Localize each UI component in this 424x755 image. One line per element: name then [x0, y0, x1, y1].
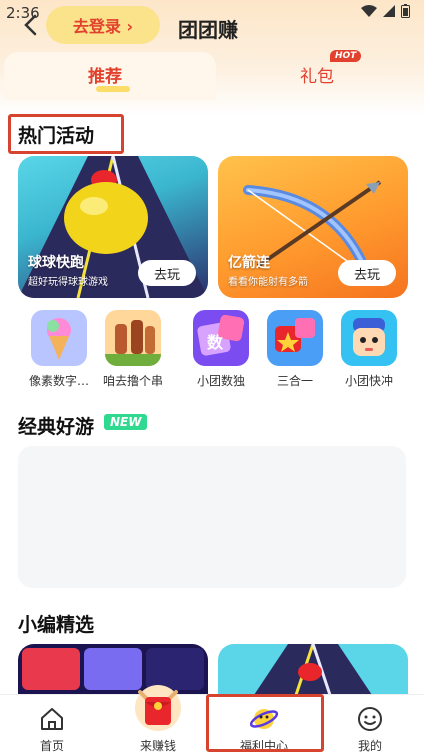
mini-game-skewer[interactable]: 咱去撸个串: [96, 310, 170, 389]
back-button[interactable]: [18, 11, 42, 39]
home-icon: [38, 705, 66, 733]
card-subtitle: 看看你能射有多箭: [228, 277, 308, 288]
game-card-arrow[interactable]: 亿箭连 看看你能射有多箭 去玩: [218, 156, 408, 298]
nav-welfare-highlight: [206, 694, 324, 752]
back-arrow-icon: [24, 14, 37, 36]
classic-section-title: 经典好游: [18, 416, 95, 438]
svg-text:数: 数: [207, 333, 224, 352]
play-button[interactable]: 去玩: [138, 260, 196, 286]
card-title: 亿箭连: [228, 255, 270, 271]
game-card-ball-run[interactable]: 球球快跑 超好玩得球球游戏 去玩: [18, 156, 208, 298]
page-title: 团团赚: [178, 18, 238, 42]
nav-home[interactable]: 首页: [10, 695, 94, 755]
picks-row: [0, 644, 424, 696]
app-header: 去登录 › 团团赚: [0, 0, 424, 52]
classic-games-panel: [18, 446, 406, 588]
tab-recommend[interactable]: 推荐: [88, 62, 122, 87]
mini-game-label: 小团数独: [196, 374, 245, 388]
nav-label: 首页: [39, 739, 64, 753]
play-button[interactable]: 去玩: [338, 260, 396, 286]
mini-game-pixel-number[interactable]: 像素数字…: [22, 310, 96, 389]
ball-run-artwork: [253, 644, 373, 696]
tab-gift[interactable]: 礼包: [300, 62, 334, 87]
skewer-icon: [105, 310, 161, 366]
card-title: 球球快跑: [28, 255, 84, 271]
mini-game-label: 三合一: [276, 374, 313, 388]
picks-section-title: 小编精选: [18, 614, 95, 636]
mini-game-sudoku[interactable]: 数 小团数独: [184, 310, 258, 389]
mini-game-row: 像素数字… 咱去撸个串 数 小团数独 三合一 小团快冲: [0, 310, 424, 392]
smile-icon: [356, 705, 384, 733]
ice-cream-icon: [31, 310, 87, 366]
nav-label: 我的: [357, 739, 382, 753]
nav-mine[interactable]: 我的: [328, 695, 412, 755]
sudoku-icon: 数: [193, 310, 249, 366]
card-subtitle: 超好玩得球球游戏: [28, 277, 108, 288]
mini-game-three-in-one[interactable]: 三合一: [258, 310, 332, 389]
dice-icon: [267, 310, 323, 366]
mini-game-label: 小团快冲: [344, 374, 393, 388]
hot-section-title: 热门活动: [18, 125, 95, 147]
new-badge: NEW: [104, 414, 148, 430]
mini-game-rush[interactable]: 小团快冲: [332, 310, 406, 389]
login-button[interactable]: 去登录 ›: [46, 6, 160, 44]
red-envelope-icon[interactable]: [130, 682, 186, 732]
pick-card-ball-run[interactable]: [218, 644, 408, 696]
mini-game-label: 咱去撸个串: [102, 374, 163, 388]
mini-game-label: 像素数字…: [28, 374, 89, 388]
character-icon: [341, 310, 397, 366]
hot-badge: HOT: [330, 50, 362, 62]
nav-label: 来赚钱: [139, 739, 176, 753]
